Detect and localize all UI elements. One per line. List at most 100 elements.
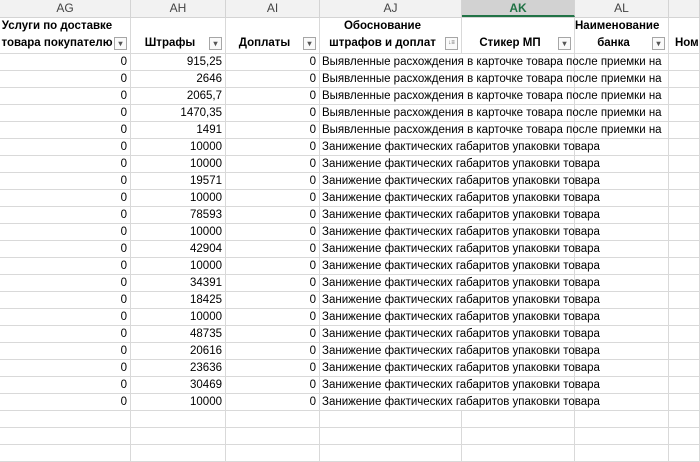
cell-surcharge[interactable]: 0 [226,343,320,360]
cell-delivery[interactable]: 0 [0,360,131,377]
cell-empty[interactable] [669,258,700,275]
cell-delivery[interactable]: 0 [0,343,131,360]
column-letter-al[interactable]: AL [575,0,669,17]
cell-delivery[interactable]: 0 [0,275,131,292]
cell-empty[interactable] [226,428,320,445]
cell-delivery[interactable]: 0 [0,309,131,326]
cell-delivery[interactable]: 0 [0,292,131,309]
cell-empty[interactable] [575,445,669,462]
cell-fine[interactable]: 10000 [131,156,226,173]
cell-empty[interactable] [462,411,575,428]
cell-delivery[interactable]: 0 [0,224,131,241]
column-letter-ak[interactable]: AK [462,0,575,17]
cell-empty[interactable] [669,241,700,258]
cell-empty[interactable] [0,411,131,428]
cell-delivery[interactable]: 0 [0,394,131,411]
cell-delivery[interactable]: 0 [0,54,131,71]
cell-fine[interactable]: 30469 [131,377,226,394]
column-letter-ai[interactable]: AI [226,0,320,17]
cell-reason[interactable]: Занижение фактических габаритов упаковки… [320,258,669,275]
cell-fine[interactable]: 23636 [131,360,226,377]
cell-delivery[interactable]: 0 [0,190,131,207]
cell-empty[interactable] [669,326,700,343]
cell-fine[interactable]: 42904 [131,241,226,258]
cell-reason[interactable]: Занижение фактических габаритов упаковки… [320,309,669,326]
cell-empty[interactable] [669,343,700,360]
cell-fine[interactable]: 10000 [131,394,226,411]
cell-delivery[interactable]: 0 [0,122,131,139]
cell-surcharge[interactable]: 0 [226,190,320,207]
cell-surcharge[interactable]: 0 [226,207,320,224]
cell-surcharge[interactable]: 0 [226,326,320,343]
cell-surcharge[interactable]: 0 [226,275,320,292]
column-letter-ah[interactable]: AH [131,0,226,17]
filter-sort-button[interactable]: ↓≡ [445,37,458,50]
cell-surcharge[interactable]: 0 [226,54,320,71]
cell-delivery[interactable]: 0 [0,173,131,190]
cell-reason[interactable]: Занижение фактических габаритов упаковки… [320,241,669,258]
cell-reason[interactable]: Выявленные расхождения в карточке товара… [320,71,669,88]
cell-reason[interactable]: Выявленные расхождения в карточке товара… [320,122,669,139]
cell-reason[interactable]: Выявленные расхождения в карточке товара… [320,105,669,122]
cell-surcharge[interactable]: 0 [226,360,320,377]
cell-reason[interactable]: Занижение фактических габаритов упаковки… [320,173,669,190]
cell-surcharge[interactable]: 0 [226,258,320,275]
cell-reason[interactable]: Занижение фактических габаритов упаковки… [320,394,669,411]
cell-empty[interactable] [320,411,462,428]
cell-reason[interactable]: Занижение фактических габаритов упаковки… [320,224,669,241]
cell-empty[interactable] [669,139,700,156]
cell-empty[interactable] [320,445,462,462]
cell-surcharge[interactable]: 0 [226,71,320,88]
cell-fine[interactable]: 1470,35 [131,105,226,122]
cell-surcharge[interactable]: 0 [226,377,320,394]
cell-empty[interactable] [669,105,700,122]
cell-fine[interactable]: 10000 [131,139,226,156]
cell-empty[interactable] [669,377,700,394]
cell-delivery[interactable]: 0 [0,207,131,224]
cell-empty[interactable] [669,428,700,445]
filter-button[interactable]: ▾ [558,37,571,50]
cell-empty[interactable] [669,156,700,173]
cell-reason[interactable]: Занижение фактических габаритов упаковки… [320,156,669,173]
cell-delivery[interactable]: 0 [0,377,131,394]
cell-surcharge[interactable]: 0 [226,394,320,411]
cell-reason[interactable]: Выявленные расхождения в карточке товара… [320,88,669,105]
column-letter-aj[interactable]: AJ [320,0,462,17]
cell-surcharge[interactable]: 0 [226,173,320,190]
cell-empty[interactable] [575,411,669,428]
cell-surcharge[interactable]: 0 [226,224,320,241]
cell-empty[interactable] [669,275,700,292]
cell-empty[interactable] [131,445,226,462]
cell-empty[interactable] [669,71,700,88]
cell-empty[interactable] [669,309,700,326]
cell-surcharge[interactable]: 0 [226,88,320,105]
cell-empty[interactable] [462,445,575,462]
column-letter-next[interactable] [669,0,700,17]
cell-delivery[interactable]: 0 [0,105,131,122]
cell-empty[interactable] [669,207,700,224]
cell-surcharge[interactable]: 0 [226,292,320,309]
cell-fine[interactable]: 10000 [131,309,226,326]
cell-empty[interactable] [669,173,700,190]
cell-empty[interactable] [669,190,700,207]
cell-reason[interactable]: Занижение фактических габаритов упаковки… [320,275,669,292]
cell-surcharge[interactable]: 0 [226,105,320,122]
filter-button[interactable]: ▾ [652,37,665,50]
cell-fine[interactable]: 1491 [131,122,226,139]
cell-empty[interactable] [669,122,700,139]
cell-surcharge[interactable]: 0 [226,241,320,258]
cell-fine[interactable]: 19571 [131,173,226,190]
cell-reason[interactable]: Занижение фактических габаритов упаковки… [320,360,669,377]
cell-fine[interactable]: 78593 [131,207,226,224]
filter-button[interactable]: ▾ [303,37,316,50]
cell-reason[interactable]: Занижение фактических габаритов упаковки… [320,343,669,360]
filter-button[interactable]: ▾ [114,37,127,50]
cell-reason[interactable]: Занижение фактических габаритов упаковки… [320,190,669,207]
cell-delivery[interactable]: 0 [0,241,131,258]
cell-empty[interactable] [669,224,700,241]
cell-delivery[interactable]: 0 [0,156,131,173]
cell-fine[interactable]: 18425 [131,292,226,309]
cell-reason[interactable]: Занижение фактических габаритов упаковки… [320,326,669,343]
cell-empty[interactable] [226,411,320,428]
cell-reason[interactable]: Занижение фактических габаритов упаковки… [320,377,669,394]
